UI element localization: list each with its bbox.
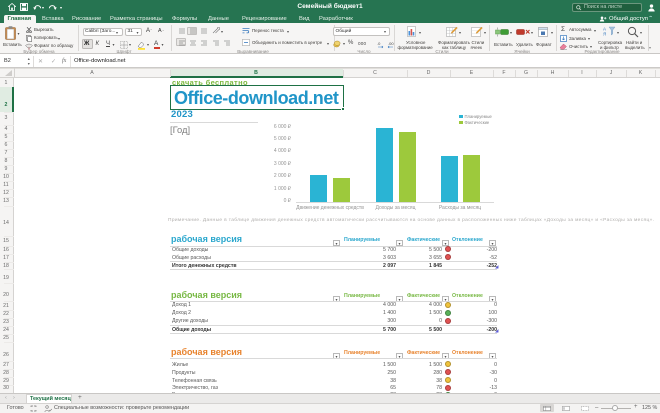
svg-text:.0: .0 <box>377 41 381 46</box>
svg-text:Я: Я <box>603 32 606 37</box>
svg-text:.00: .00 <box>388 41 394 46</box>
